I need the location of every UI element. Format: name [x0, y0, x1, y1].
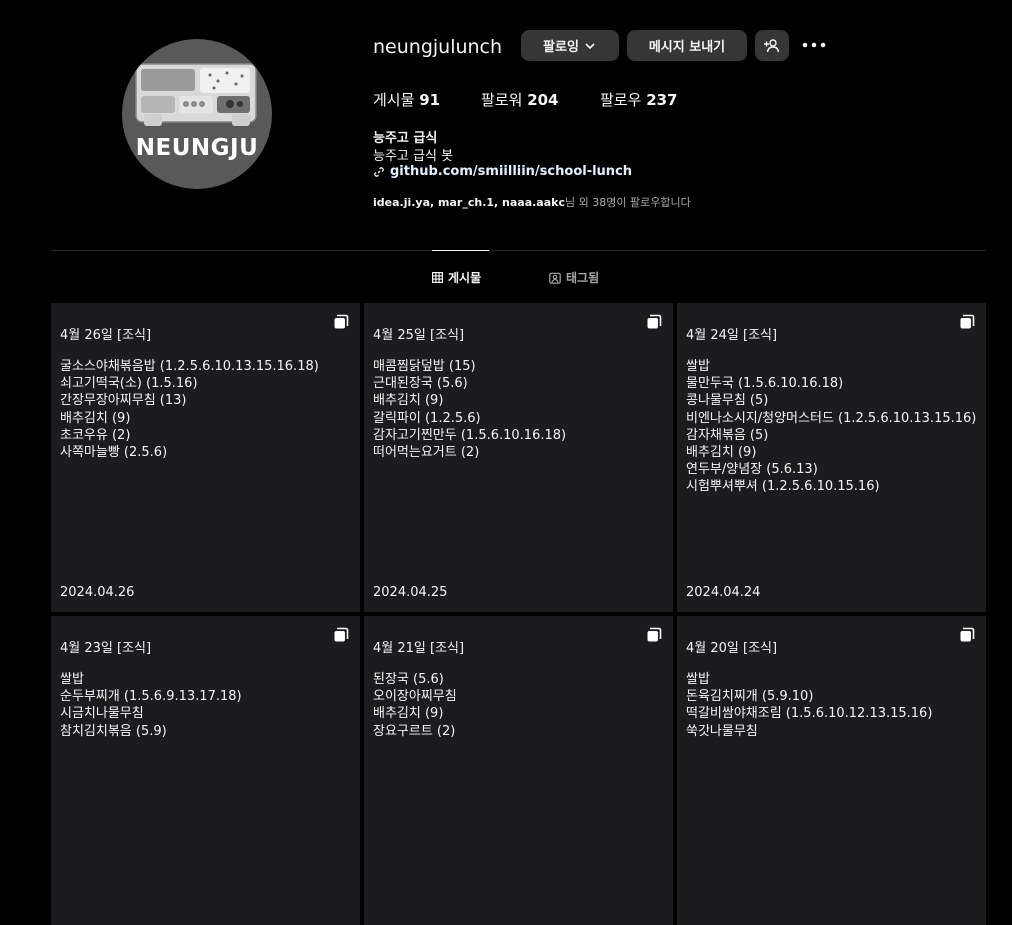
followed-by-suffix: 님 외 38명이 팔로우합니다	[565, 196, 691, 209]
post-tile[interactable]: 4월 25일 [조식] 매콤찜닭덮밥 (15) 근대된장국 (5.6) 배추김치 (9…	[364, 303, 673, 612]
post-title: 4월 26일 [조식]	[60, 328, 152, 343]
menu-item: 배추김치 (9)	[373, 393, 444, 409]
post-tile[interactable]: 4월 20일 [조식] 쌀밥돈육김치찌개 (5.9.10) 떡갈비쌈야채조림 (1.…	[677, 616, 986, 925]
following-button[interactable]: 팔로잉	[521, 30, 619, 61]
chevron-down-icon	[585, 42, 595, 49]
menu-item: 쑥갓나물무침	[686, 723, 758, 739]
posts-count-label: 게시물	[373, 91, 415, 109]
active-tab-indicator	[432, 250, 489, 251]
post-tile[interactable]: 4월 24일 [조식] 쌀밥물만두국 (1.5.6.10.16.18) 콩나물무침 …	[677, 303, 986, 612]
posts-count: 게시물 91	[373, 89, 440, 110]
post-date: 2024.04.26	[60, 585, 135, 600]
more-icon	[802, 42, 826, 48]
lunch-tray-icon	[135, 63, 257, 126]
grid-icon	[432, 272, 443, 283]
menu-item: 비엔나소시지/청양머스터드 (1.2.5.6.10.13.15.16)	[686, 410, 977, 426]
menu-item: 순두부찌개 (1.5.6.9.13.17.18)	[60, 689, 242, 705]
tab-posts-label: 게시물	[448, 271, 482, 285]
menu-item: 오이장아찌무침	[373, 689, 457, 705]
menu-item: 사쪽마늘빵 (2.5.6)	[60, 445, 168, 461]
multiple-posts-icon	[334, 627, 349, 642]
message-button-label: 메시지 보내기	[648, 40, 726, 55]
post-menu-list: 매콤찜닭덮밥 (15) 근대된장국 (5.6) 배추김치 (9) 갈릭파이 (1.2.…	[373, 358, 566, 461]
post-tile[interactable]: 4월 26일 [조식] 굴소스야채볶음밥 (1.2.5.6.10.13.15.16…	[51, 303, 360, 612]
menu-item: 쌀밥	[686, 359, 710, 374]
post-date: 2024.04.25	[373, 585, 448, 600]
tab-tagged[interactable]: 태그됨	[549, 269, 599, 286]
menu-item: 감자고기찐만두 (1.5.6.10.16.18)	[373, 427, 567, 443]
menu-item: 쌀밥	[686, 672, 710, 687]
menu-item: 시험뿌셔뿌셔 (1.2.5.6.10.15.16)	[686, 479, 880, 495]
following-count[interactable]: 팔로우 237	[600, 89, 678, 110]
multiple-posts-icon	[647, 314, 662, 329]
menu-item: 배추김치 (9)	[686, 445, 757, 461]
followed-by[interactable]: idea.ji.ya, mar_ch.1, naaa.aakc님 외 38명이 …	[373, 194, 691, 210]
following-count-value: 237	[646, 91, 678, 109]
menu-item: 초코우유 (2)	[60, 427, 131, 443]
post-menu-list: 쌀밥돈육김치찌개 (5.9.10) 떡갈비쌈야채조림 (1.5.6.10.12.1…	[686, 671, 932, 740]
multiple-posts-icon	[334, 314, 349, 329]
post-title: 4월 25일 [조식]	[373, 328, 465, 343]
followed-by-names: idea.ji.ya, mar_ch.1, naaa.aakc	[373, 196, 565, 209]
multiple-posts-icon	[960, 314, 975, 329]
menu-item: 돈육김치찌개 (5.9.10)	[686, 689, 814, 705]
menu-item: 쇠고기떡국(소) (1.5.16)	[60, 376, 198, 392]
menu-item: 배추김치 (9)	[373, 706, 444, 722]
message-button[interactable]: 메시지 보내기	[627, 30, 747, 61]
menu-item: 간장무장아찌무침 (13)	[60, 393, 187, 409]
menu-item: 콩나물무침 (5)	[686, 393, 769, 409]
menu-item: 참치김치볶음 (5.9)	[60, 723, 167, 739]
profile-avatar[interactable]: NEUNGJU	[122, 39, 272, 189]
post-title: 4월 24일 [조식]	[686, 328, 778, 343]
followers-count-value: 204	[527, 91, 559, 109]
menu-item: 매콤찜닭덮밥 (15)	[373, 359, 476, 374]
more-options-button[interactable]	[800, 34, 828, 56]
followers-count[interactable]: 팔로워 204	[481, 89, 559, 110]
post-tile[interactable]: 4월 21일 [조식] 된장국 (5.6) 오이장아찌무침 배추김치 (9) 장요구르트…	[364, 616, 673, 925]
post-menu-list: 굴소스야채볶음밥 (1.2.5.6.10.13.15.16.18) 쇠고기떡국(소…	[60, 358, 319, 461]
post-menu-list: 된장국 (5.6) 오이장아찌무침 배추김치 (9) 장요구르트 (2)	[373, 671, 457, 740]
posts-count-value: 91	[419, 91, 441, 109]
following-button-label: 팔로잉	[543, 40, 579, 55]
menu-item: 배추김치 (9)	[60, 410, 131, 426]
menu-item: 떡갈비쌈야채조림 (1.5.6.10.12.13.15.16)	[686, 706, 933, 722]
post-tile[interactable]: 4월 23일 [조식] 쌀밥순두부찌개 (1.5.6.9.13.17.18) 시금치…	[51, 616, 360, 925]
add-user-button[interactable]	[755, 30, 789, 61]
post-title: 4월 21일 [조식]	[373, 641, 465, 656]
tab-tagged-label: 태그됨	[566, 271, 600, 285]
menu-item: 떠어먹는요거트 (2)	[373, 445, 480, 461]
menu-item: 감자채볶음 (5)	[686, 427, 769, 443]
post-menu-list: 쌀밥물만두국 (1.5.6.10.16.18) 콩나물무침 (5) 비엔나소시지/청…	[686, 358, 976, 496]
username: neungjulunch	[373, 36, 503, 58]
bio-link-text: github.com/smiilliin/school-lunch	[390, 164, 633, 179]
menu-item: 된장국 (5.6)	[373, 672, 444, 687]
post-menu-list: 쌀밥순두부찌개 (1.5.6.9.13.17.18) 시금치나물무침 참치김치볶음 …	[60, 671, 242, 740]
multiple-posts-icon	[960, 627, 975, 642]
menu-item: 물만두국 (1.5.6.10.16.18)	[686, 376, 844, 392]
tagged-icon	[549, 272, 561, 284]
tabs-divider	[51, 250, 986, 251]
avatar-logo-text: NEUNGJU	[135, 135, 259, 161]
menu-item: 굴소스야채볶음밥 (1.2.5.6.10.13.15.16.18)	[60, 359, 319, 374]
menu-item: 쌀밥	[60, 672, 84, 687]
followers-count-label: 팔로워	[481, 91, 523, 109]
post-title: 4월 23일 [조식]	[60, 641, 152, 656]
post-date: 2024.04.24	[686, 585, 761, 600]
bio-name: 능주고 급식	[373, 131, 438, 146]
post-title: 4월 20일 [조식]	[686, 641, 778, 656]
following-count-label: 팔로우	[600, 91, 642, 109]
bio-description: 능주고 급식 봇	[373, 149, 454, 164]
menu-item: 갈릭파이 (1.2.5.6)	[373, 410, 481, 426]
menu-item: 장요구르트 (2)	[373, 723, 456, 739]
link-icon	[374, 166, 384, 177]
menu-item: 시금치나물무침	[60, 706, 144, 722]
menu-item: 근대된장국 (5.6)	[373, 376, 468, 392]
menu-item: 연두부/양념장 (5.6.13)	[686, 462, 818, 478]
multiple-posts-icon	[647, 627, 662, 642]
bio-link[interactable]: github.com/smiilliin/school-lunch	[373, 164, 632, 179]
add-user-icon	[764, 38, 780, 52]
tab-posts[interactable]: 게시물	[432, 269, 481, 286]
